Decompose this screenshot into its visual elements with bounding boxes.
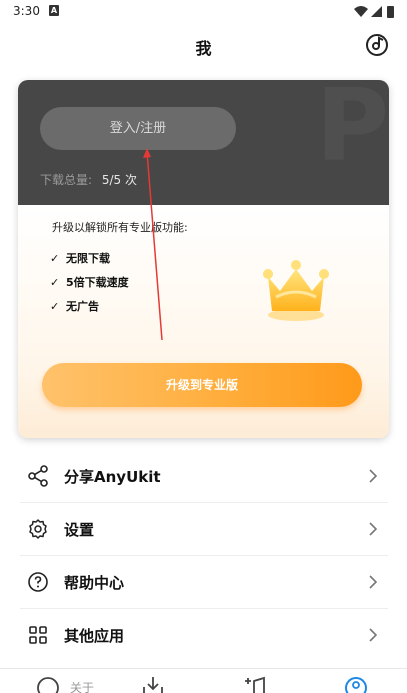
- menu-item-label: 帮助中心: [64, 574, 125, 592]
- help-icon: [28, 572, 48, 592]
- menu-item-settings[interactable]: 设置: [20, 503, 388, 556]
- bottom-nav: 关于: [0, 668, 407, 693]
- download-count-value: 5/5 次: [101, 173, 138, 187]
- notification-icon: A: [49, 5, 59, 16]
- nav-add-music[interactable]: [242, 675, 282, 693]
- signal-icon: [371, 6, 382, 17]
- status-bar: 3:30 A: [0, 0, 407, 24]
- upgrade-panel: 升级以解锁所有专业版功能: ✓ 无限下载 ✓ 5倍下载速度 ✓ 无广告 升级到专…: [18, 205, 389, 438]
- gear-icon: [29, 519, 47, 539]
- feature-item: ✓ 无广告: [50, 300, 99, 313]
- menu-item-label: 其他应用: [64, 627, 125, 645]
- download-count-label: 下载总量:: [40, 173, 93, 187]
- menu-item-share[interactable]: 分享AnyUkit: [20, 450, 388, 503]
- nav-home[interactable]: [35, 675, 75, 693]
- download-count-row: 下载总量: 5/5 次: [40, 171, 137, 188]
- account-panel: P 登入/注册 下载总量: 5/5 次: [18, 80, 389, 205]
- crown-icon: [256, 247, 336, 327]
- chevron-right-icon: [369, 522, 378, 536]
- menu-item-help[interactable]: 帮助中心: [20, 556, 388, 609]
- watermark-letter: P: [315, 80, 389, 184]
- chevron-right-icon: [369, 628, 378, 642]
- feature-item: ✓ 5倍下载速度: [50, 276, 129, 289]
- chevron-right-icon: [369, 469, 378, 483]
- chevron-right-icon: [369, 575, 378, 589]
- check-icon: ✓: [50, 276, 60, 289]
- apps-grid-icon: [29, 626, 47, 644]
- status-icons: [353, 4, 397, 23]
- check-icon: ✓: [50, 252, 60, 265]
- menu-item-other-apps[interactable]: 其他应用: [20, 609, 388, 662]
- check-icon: ✓: [50, 300, 60, 313]
- nav-profile[interactable]: [343, 675, 383, 693]
- login-register-button[interactable]: 登入/注册: [40, 107, 236, 150]
- page-title: 我: [195, 39, 212, 58]
- upgrade-pro-button[interactable]: 升级到专业版: [42, 363, 362, 407]
- app-header: 我: [0, 30, 407, 64]
- download-icon: [143, 677, 163, 693]
- status-time: 3:30: [13, 4, 40, 18]
- profile-icon: [345, 677, 367, 693]
- battery-icon: [387, 6, 394, 18]
- nav-label: 关于: [70, 681, 95, 693]
- nav-download[interactable]: [140, 675, 180, 693]
- share-icon: [28, 465, 48, 487]
- music-disc-icon: [366, 34, 388, 56]
- upgrade-intro: 升级以解锁所有专业版功能:: [52, 221, 188, 234]
- menu-item-label: 分享AnyUkit: [64, 468, 161, 486]
- account-card: P 登入/注册 下载总量: 5/5 次 升级以解锁所有专业版功能: ✓ 无限下载 …: [18, 80, 389, 438]
- menu-item-label: 设置: [64, 521, 95, 539]
- add-music-icon: [245, 676, 265, 693]
- home-icon: [37, 677, 59, 693]
- feature-item: ✓ 无限下载: [50, 252, 110, 265]
- wifi-icon: [354, 6, 368, 17]
- music-disc-button[interactable]: [365, 33, 389, 57]
